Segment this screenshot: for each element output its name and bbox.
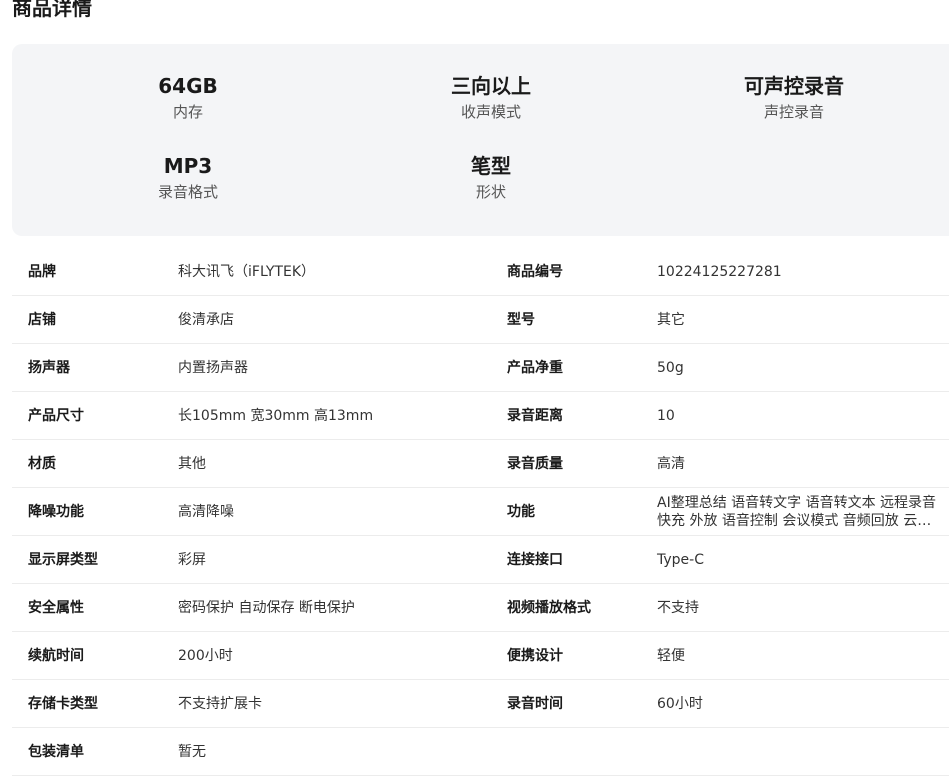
spec-value: 其他 xyxy=(178,455,206,472)
highlight-pickup-mode: 三向以上 收声模式 xyxy=(381,72,601,123)
spec-key: 录音距离 xyxy=(507,407,563,424)
highlights-panel: 64GB 内存 三向以上 收声模式 可声控录音 声控录音 MP3 录音格式 笔型… xyxy=(12,44,949,236)
spec-key: 安全属性 xyxy=(28,599,84,616)
spec-value: 长105mm 宽30mm 高13mm xyxy=(178,407,374,424)
spec-value: 密码保护 自动保存 断电保护 xyxy=(178,599,355,616)
spec-value: 暂无 xyxy=(178,743,206,760)
spec-value: 俊清承店 xyxy=(178,311,234,328)
spec-row: 降噪功能 高清降噪 功能 AI整理总结 语音转文字 语音转文本 远程录音 快充 … xyxy=(12,488,949,536)
spec-value: 其它 xyxy=(657,311,685,328)
highlight-label: 声控录音 xyxy=(763,103,824,121)
spec-value: 不支持 xyxy=(657,599,699,616)
highlight-label: 收声模式 xyxy=(460,103,521,121)
spec-key: 存储卡类型 xyxy=(28,695,98,712)
spec-key: 产品净重 xyxy=(507,359,563,376)
spec-value: 高清降噪 xyxy=(178,503,234,520)
spec-value: 60小时 xyxy=(657,695,703,712)
spec-value: 高清 xyxy=(657,455,685,472)
spec-key: 型号 xyxy=(507,311,535,328)
spec-row: 店铺 俊清承店 型号 其它 xyxy=(12,296,949,344)
highlight-label: 录音格式 xyxy=(157,183,218,201)
highlight-value: 三向以上 xyxy=(451,74,531,98)
highlight-voice-control: 可声控录音 声控录音 xyxy=(684,72,904,123)
spec-key: 材质 xyxy=(28,455,56,472)
spec-row: 材质 其他 录音质量 高清 xyxy=(12,440,949,488)
spec-key: 连接接口 xyxy=(507,551,563,568)
spec-key xyxy=(507,728,647,775)
highlight-label: 形状 xyxy=(475,183,506,201)
spec-value: 50g xyxy=(657,359,684,376)
spec-key: 产品尺寸 xyxy=(28,407,84,424)
spec-value: AI整理总结 语音转文字 语音转文本 远程录音 快充 外放 语音控制 会议模式 … xyxy=(657,494,937,529)
spec-key: 商品编号 xyxy=(507,263,563,280)
spec-value: 不支持扩展卡 xyxy=(178,695,262,712)
highlight-format: MP3 录音格式 xyxy=(78,152,298,203)
highlight-label: 内存 xyxy=(172,103,203,121)
highlight-value: 可声控录音 xyxy=(744,74,844,98)
spec-key: 包装清单 xyxy=(28,743,84,760)
spec-row: 安全属性 密码保护 自动保存 断电保护 视频播放格式 不支持 xyxy=(12,584,949,632)
spec-value: 内置扬声器 xyxy=(178,359,248,376)
spec-key: 品牌 xyxy=(28,263,56,280)
highlight-shape: 笔型 形状 xyxy=(381,152,601,203)
spec-value: 轻便 xyxy=(657,647,685,664)
highlight-value: 64GB xyxy=(158,74,218,98)
spec-key: 录音时间 xyxy=(507,695,563,712)
spec-value xyxy=(657,728,939,775)
spec-value: Type-C xyxy=(657,551,704,568)
spec-row: 品牌 科大讯飞（iFLYTEK） 商品编号 10224125227281 xyxy=(12,248,949,296)
spec-key: 录音质量 xyxy=(507,455,563,472)
spec-value: 10 xyxy=(657,407,675,424)
highlight-memory: 64GB 内存 xyxy=(78,72,298,123)
spec-key: 降噪功能 xyxy=(28,503,84,520)
highlight-value: 笔型 xyxy=(471,154,511,178)
spec-key: 显示屏类型 xyxy=(28,551,98,568)
spec-row: 存储卡类型 不支持扩展卡 录音时间 60小时 xyxy=(12,680,949,728)
spec-key: 店铺 xyxy=(28,311,56,328)
product-detail-page: 商品详情 64GB 内存 三向以上 收声模式 可声控录音 声控录音 MP3 录音… xyxy=(0,0,949,784)
spec-value: 彩屏 xyxy=(178,551,206,568)
spec-row: 续航时间 200小时 便携设计 轻便 xyxy=(12,632,949,680)
spec-key: 功能 xyxy=(507,503,535,520)
spec-value: 200小时 xyxy=(178,647,233,664)
spec-row: 包装清单 暂无 xyxy=(12,728,949,776)
spec-value-cell: AI整理总结 语音转文字 语音转文本 远程录音 快充 外放 语音控制 会议模式 … xyxy=(657,488,939,535)
section-title: 商品详情 xyxy=(12,0,92,20)
spec-value: 10224125227281 xyxy=(657,263,782,280)
spec-row: 产品尺寸 长105mm 宽30mm 高13mm 录音距离 10 xyxy=(12,392,949,440)
spec-key: 视频播放格式 xyxy=(507,599,591,616)
spec-value: 科大讯飞（iFLYTEK） xyxy=(178,263,316,280)
spec-table: 品牌 科大讯飞（iFLYTEK） 商品编号 10224125227281 店铺 … xyxy=(12,248,949,776)
spec-row: 显示屏类型 彩屏 连接接口 Type-C xyxy=(12,536,949,584)
spec-row: 扬声器 内置扬声器 产品净重 50g xyxy=(12,344,949,392)
spec-key: 便携设计 xyxy=(507,647,563,664)
spec-key: 扬声器 xyxy=(28,359,70,376)
highlight-value: MP3 xyxy=(163,154,213,178)
spec-key: 续航时间 xyxy=(28,647,84,664)
